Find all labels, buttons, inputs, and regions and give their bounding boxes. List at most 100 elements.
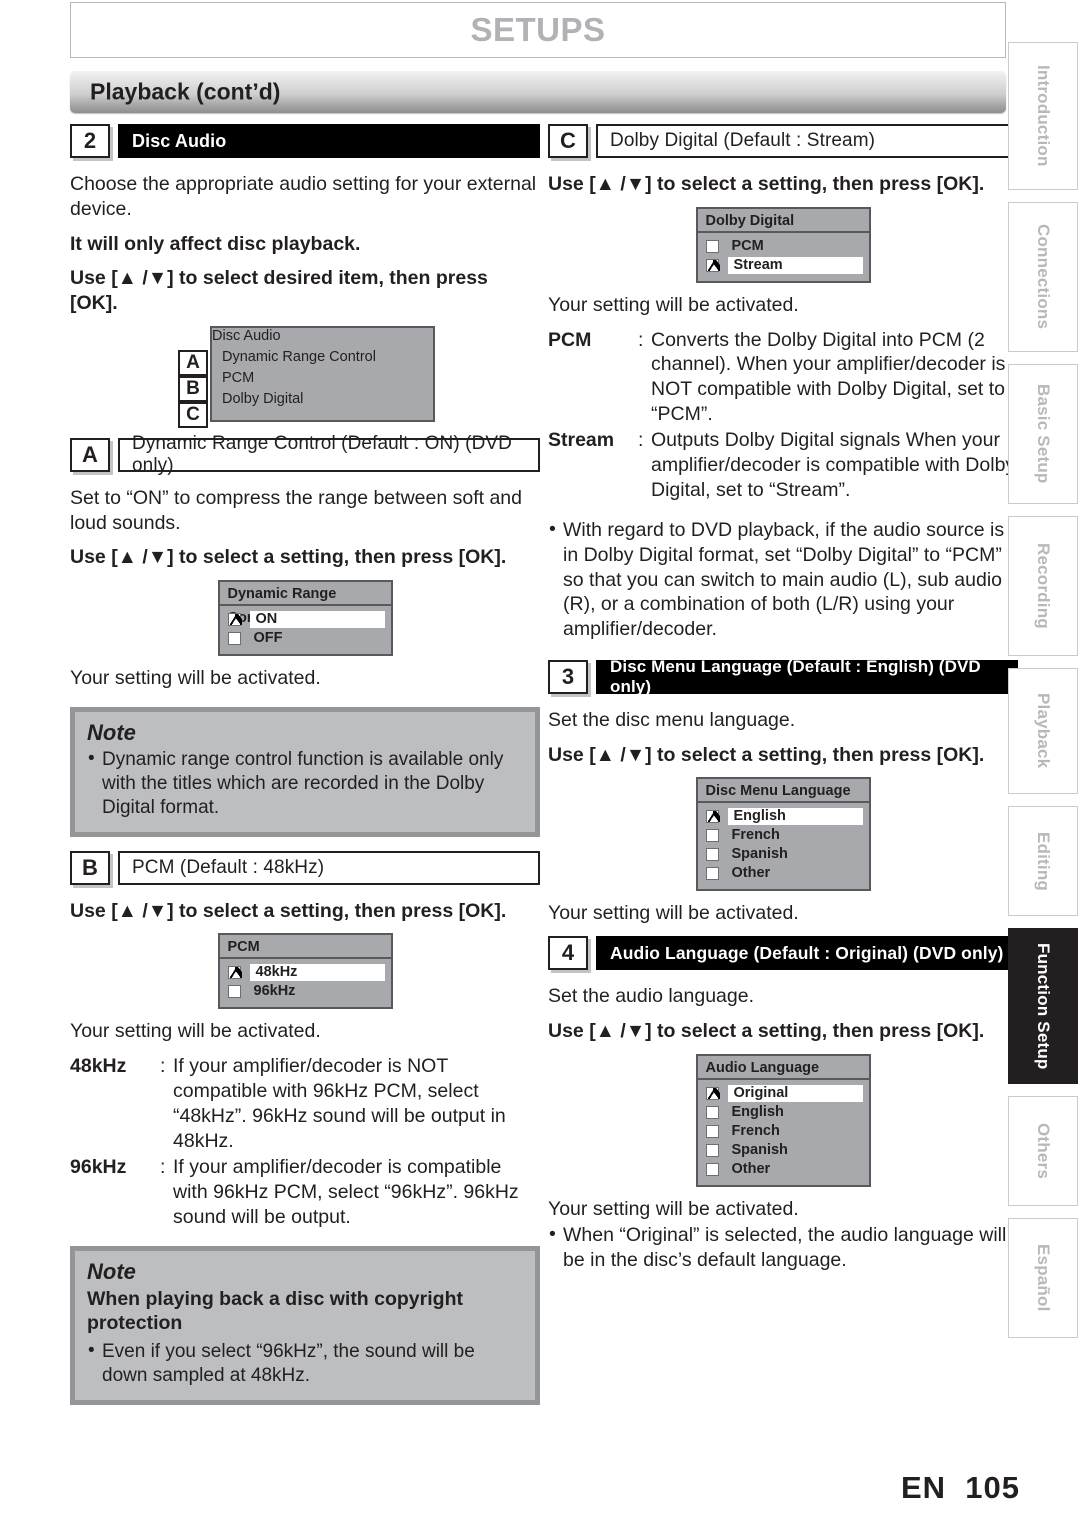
osd-item[interactable]: English — [698, 1103, 869, 1122]
heading-pcm-label: PCM (Default : 48kHz) — [132, 856, 325, 878]
drc-body: Set to “ON” to compress the range betwee… — [70, 486, 522, 534]
heading-disc-menu-language: 3 Disc Menu Language (Default : English)… — [548, 656, 1018, 696]
osd-item[interactable]: 48kHz — [220, 963, 391, 982]
drc-after: Your setting will be activated. — [70, 667, 321, 689]
osd-item-label: French — [731, 1122, 780, 1139]
pcm-bold: Use [▲ /▼] to select a setting, then pre… — [70, 899, 507, 922]
osd-item-label: French — [731, 827, 780, 844]
sidebar-item-recording[interactable]: Recording — [1008, 516, 1078, 656]
note-bullet: Even if you select “96kHz”, the sound wi… — [87, 1339, 523, 1388]
left-column: 2 Disc Audio Choose the appropriate audi… — [70, 124, 540, 1419]
definition-desc: If your amplifier/decoder is NOT compati… — [173, 1055, 506, 1152]
footer-language-code: EN — [900, 1470, 947, 1505]
osd-item-label: Spanish — [731, 846, 788, 863]
osd-pcm: PCM 48kHz 96kHz — [217, 933, 393, 1010]
osd-item[interactable]: OFF — [220, 629, 391, 648]
osd-dolby-digital: Dolby Digital PCM Stream — [695, 206, 871, 283]
osd-item-label: Original — [727, 1084, 863, 1102]
tag-A: A — [178, 349, 208, 376]
step-number-4: 4 — [548, 936, 588, 971]
sidebar-item-introduction[interactable]: Introduction — [1008, 42, 1078, 190]
disc-audio-osd-wrap: Disc Audio Dynamic Range Control PCM Dol… — [70, 325, 540, 430]
osd-item-label: 48kHz — [249, 964, 385, 982]
heading-disc-menu-language-label: Disc Menu Language (Default : English) (… — [610, 656, 981, 696]
heading-dolby-digital-label: Dolby Digital (Default : Stream) — [610, 130, 876, 151]
heading-dynamic-range-control: A Dynamic Range Control (Default : ON) (… — [70, 433, 540, 476]
sidebar-item-label: Editing — [1034, 831, 1053, 891]
osd-item[interactable]: French — [698, 826, 869, 845]
sidebar-item-espanol[interactable]: Español — [1008, 1218, 1078, 1338]
footer-page-number: 105 — [965, 1470, 1020, 1505]
sidebar-item-label: Introduction — [1034, 65, 1053, 167]
checkbox-icon — [705, 1143, 719, 1157]
al-bullet: When “Original” is selected, the audio l… — [548, 1222, 1018, 1273]
step-letter-A: A — [70, 437, 110, 472]
definition-term: PCM — [548, 328, 592, 351]
osd-item[interactable]: Spanish — [698, 1141, 869, 1160]
section-title: Playback (cont’d) — [90, 78, 281, 105]
drc-bold: Use [▲ /▼] to select a setting, then pre… — [70, 546, 507, 569]
step-number-3: 3 — [548, 659, 588, 694]
page-footer: EN 105 — [901, 1470, 1020, 1506]
heading-audio-language-label: Audio Language (Default : Original) (DVD… — [610, 942, 1004, 963]
osd-item[interactable]: PCM — [698, 237, 869, 256]
osd-item[interactable]: English — [698, 807, 869, 826]
heading-dynamic-range-control-label: Dynamic Range Control (Default : ON) (DV… — [132, 432, 512, 476]
dml-after: Your setting will be activated. — [548, 902, 799, 925]
sidebar-item-label: Playback — [1034, 693, 1053, 769]
sidebar-item-editing[interactable]: Editing — [1008, 806, 1078, 916]
checkbox-icon — [705, 1124, 719, 1138]
sidebar-item-others[interactable]: Others — [1008, 1096, 1078, 1206]
disc-audio-bold-2: Use [▲ /▼] to select desired item, then … — [70, 267, 488, 314]
step-number-2: 2 — [70, 124, 110, 158]
sidebar-item-function-setup[interactable]: Function Setup — [1008, 928, 1078, 1084]
osd-pcm-wrap: PCM 48kHz 96kHz — [70, 933, 540, 1010]
sidebar-item-label: Basic Setup — [1034, 384, 1053, 484]
checkbox-icon — [227, 632, 241, 645]
setups-header-box: SETUPS — [70, 2, 1006, 58]
osd-item-label: 96kHz — [253, 983, 296, 1000]
checkbox-icon — [705, 829, 719, 843]
page-title: SETUPS — [470, 11, 606, 48]
osd-item[interactable]: Other — [698, 864, 869, 883]
osd-item[interactable]: 96kHz — [220, 982, 391, 1001]
checkbox-checked-icon — [705, 1086, 720, 1100]
note-bullet: Dynamic range control function is availa… — [87, 747, 523, 820]
step-letter-B: B — [70, 850, 110, 885]
osd-item[interactable]: Dolby Digital — [212, 391, 433, 412]
sidebar-item-playback[interactable]: Playback — [1008, 668, 1078, 794]
definition-desc: If your amplifier/decoder is compatible … — [173, 1155, 519, 1228]
step-letter-C: C — [548, 124, 588, 158]
definition-term: 96kHz — [70, 1155, 127, 1178]
osd-title: Disc Menu Language — [697, 779, 869, 804]
osd-title: Audio Language — [697, 1055, 869, 1080]
osd-item-label: English — [731, 1103, 784, 1120]
pcm-after: Your setting will be activated. — [70, 1020, 321, 1043]
osd-item[interactable]: Stream — [698, 256, 869, 275]
sidebar-item-connections[interactable]: Connections — [1008, 202, 1078, 352]
sidebar-item-basic-setup[interactable]: Basic Setup — [1008, 364, 1078, 504]
osd-item[interactable]: French — [698, 1122, 869, 1141]
osd-item[interactable]: Original — [698, 1084, 869, 1103]
heading-disc-audio: 2 Disc Audio — [70, 124, 540, 158]
definition-row: 48kHz : If your amplifier/decoder is NOT… — [70, 1054, 540, 1154]
osd-item-label: English — [727, 808, 863, 826]
osd-audio-language: Audio Language Original English French S… — [695, 1053, 871, 1187]
checkbox-icon — [705, 848, 719, 862]
definition-term: 48kHz — [70, 1055, 127, 1078]
osd-disc-audio: Disc Audio Dynamic Range Control PCM Dol… — [210, 325, 435, 422]
manual-page: SETUPS Playback (cont’d) 2 Disc Audio Ch… — [0, 0, 1080, 1524]
osd-item[interactable]: Other — [698, 1160, 869, 1179]
osd-item-label: Stream — [727, 256, 863, 274]
osd-dynamic-range-control: Dynamic Range Control ON OFF — [217, 580, 393, 656]
osd-item-label: Dynamic Range Control — [222, 348, 376, 365]
osd-item[interactable]: Dynamic Range Control — [212, 349, 433, 370]
sidebar-item-label: Connections — [1034, 224, 1053, 330]
sidebar-item-label: Español — [1034, 1244, 1053, 1312]
osd-item[interactable]: PCM — [212, 370, 433, 391]
osd-title: Dynamic Range Control — [219, 582, 391, 626]
osd-item[interactable]: Spanish — [698, 845, 869, 864]
note-box-drc: Note Dynamic range control function is a… — [70, 706, 540, 837]
dd-bullet: With regard to DVD playback, if the audi… — [548, 517, 1018, 642]
definition-desc: Outputs Dolby Digital signals When your … — [651, 429, 1016, 502]
